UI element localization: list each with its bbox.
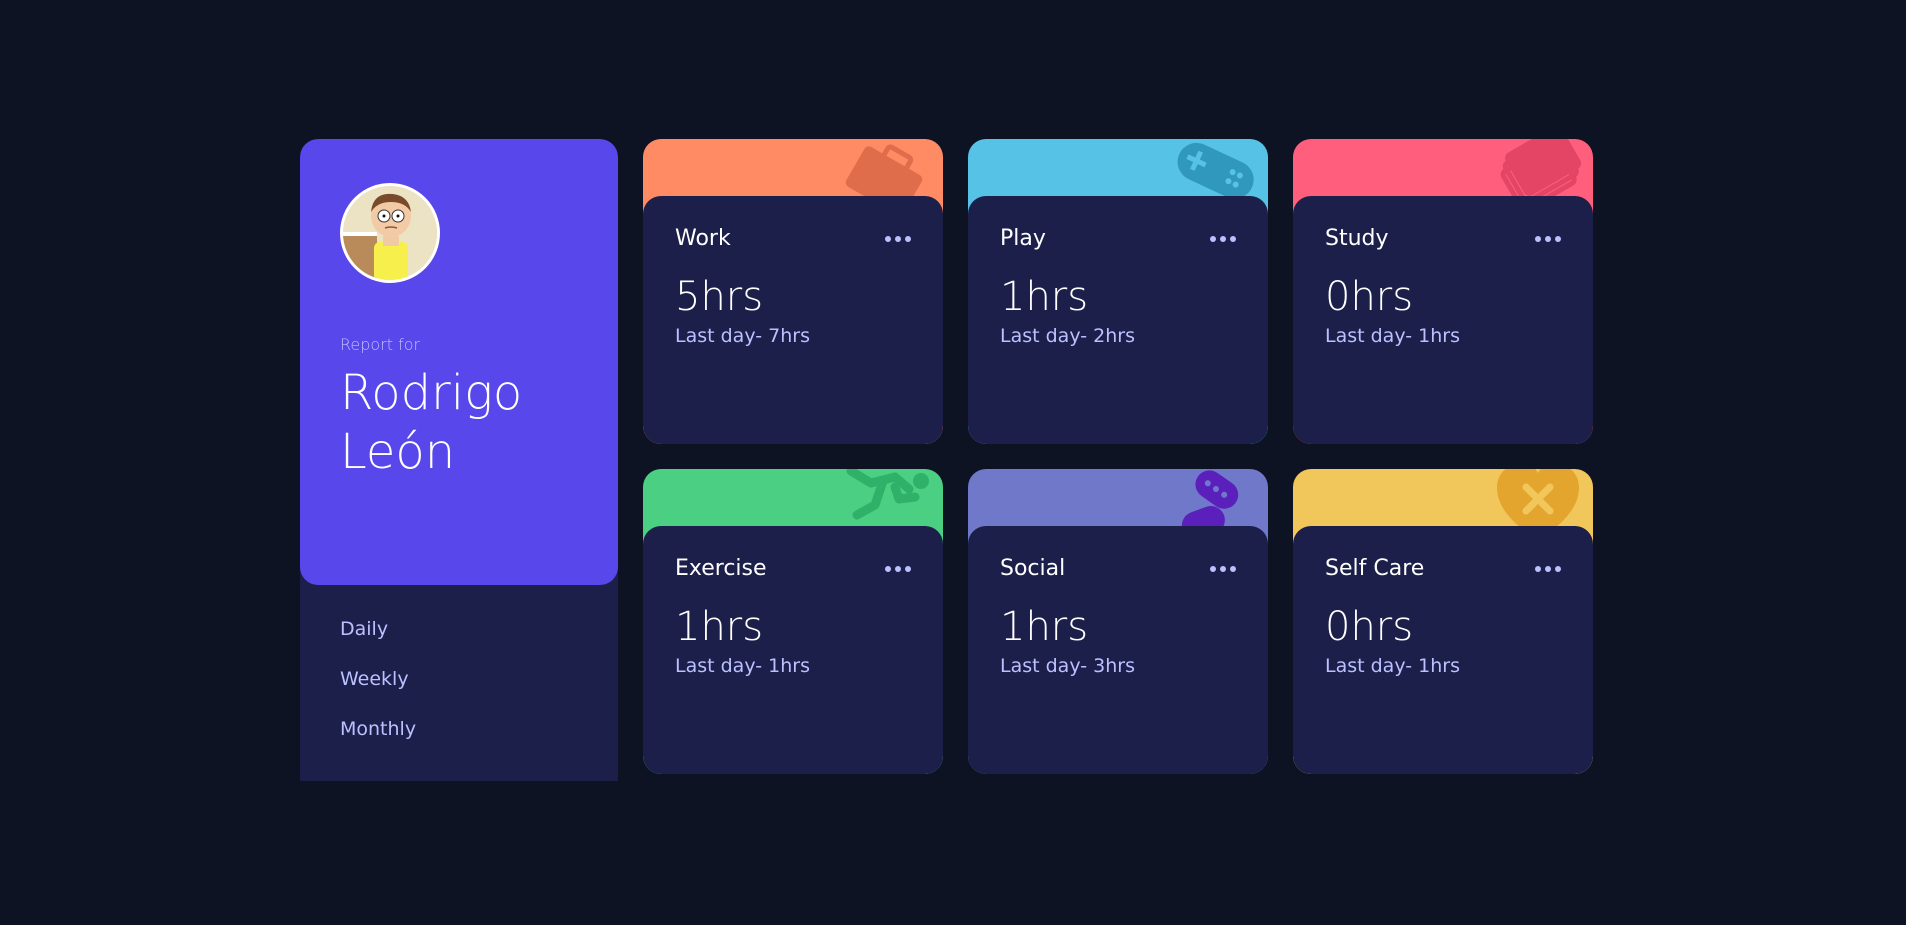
activity-title: Exercise [675,556,767,581]
ellipsis-icon[interactable] [1535,562,1561,576]
ellipsis-icon[interactable] [1210,232,1236,246]
activity-body: Social 1hrs Last day- 3hrs [968,526,1268,774]
previous-hours: Last day- 7hrs [675,325,810,347]
activity-title: Study [1325,226,1389,251]
activity-card-self-care: Self Care 0hrs Last day- 1hrs [1293,469,1593,774]
current-hours: 1hrs [1000,604,1089,650]
profile-card: Report for Rodrigo León Daily Weekly Mon… [300,139,618,781]
activity-card-play: Play 1hrs Last day- 2hrs [968,139,1268,444]
activity-title: Social [1000,556,1066,581]
previous-hours: Last day- 3hrs [1000,655,1135,677]
activity-title: Play [1000,226,1046,251]
user-name: Rodrigo León [340,365,523,480]
previous-hours: Last day- 1hrs [675,655,810,677]
timeframe-monthly[interactable]: Monthly [340,717,578,741]
activity-body: Play 1hrs Last day- 2hrs [968,196,1268,444]
activity-card-work: Work 5hrs Last day- 7hrs [643,139,943,444]
current-hours: 5hrs [675,274,764,320]
activity-body: Exercise 1hrs Last day- 1hrs [643,526,943,774]
timeframe-selector: Daily Weekly Monthly [300,585,618,741]
previous-hours: Last day- 1hrs [1325,325,1460,347]
activity-body: Study 0hrs Last day- 1hrs [1293,196,1593,444]
activity-title: Work [675,226,731,251]
timeframe-daily[interactable]: Daily [340,617,578,641]
ellipsis-icon[interactable] [885,562,911,576]
time-tracking-dashboard: Report for Rodrigo León Daily Weekly Mon… [300,139,1593,781]
previous-hours: Last day- 1hrs [1325,655,1460,677]
current-hours: 0hrs [1325,604,1414,650]
profile-header: Report for Rodrigo León [300,139,618,585]
activity-body: Self Care 0hrs Last day- 1hrs [1293,526,1593,774]
activity-title: Self Care [1325,556,1425,581]
current-hours: 1hrs [1000,274,1089,320]
activity-card-social: Social 1hrs Last day- 3hrs [968,469,1268,774]
ellipsis-icon[interactable] [1210,562,1236,576]
ellipsis-icon[interactable] [1535,232,1561,246]
current-hours: 0hrs [1325,274,1414,320]
timeframe-weekly[interactable]: Weekly [340,667,578,691]
ellipsis-icon[interactable] [885,232,911,246]
activity-card-exercise: Exercise 1hrs Last day- 1hrs [643,469,943,774]
avatar [340,183,440,283]
activity-card-study: Study 0hrs Last day- 1hrs [1293,139,1593,444]
current-hours: 1hrs [675,604,764,650]
previous-hours: Last day- 2hrs [1000,325,1135,347]
report-for-label: Report for [340,335,421,354]
activity-body: Work 5hrs Last day- 7hrs [643,196,943,444]
